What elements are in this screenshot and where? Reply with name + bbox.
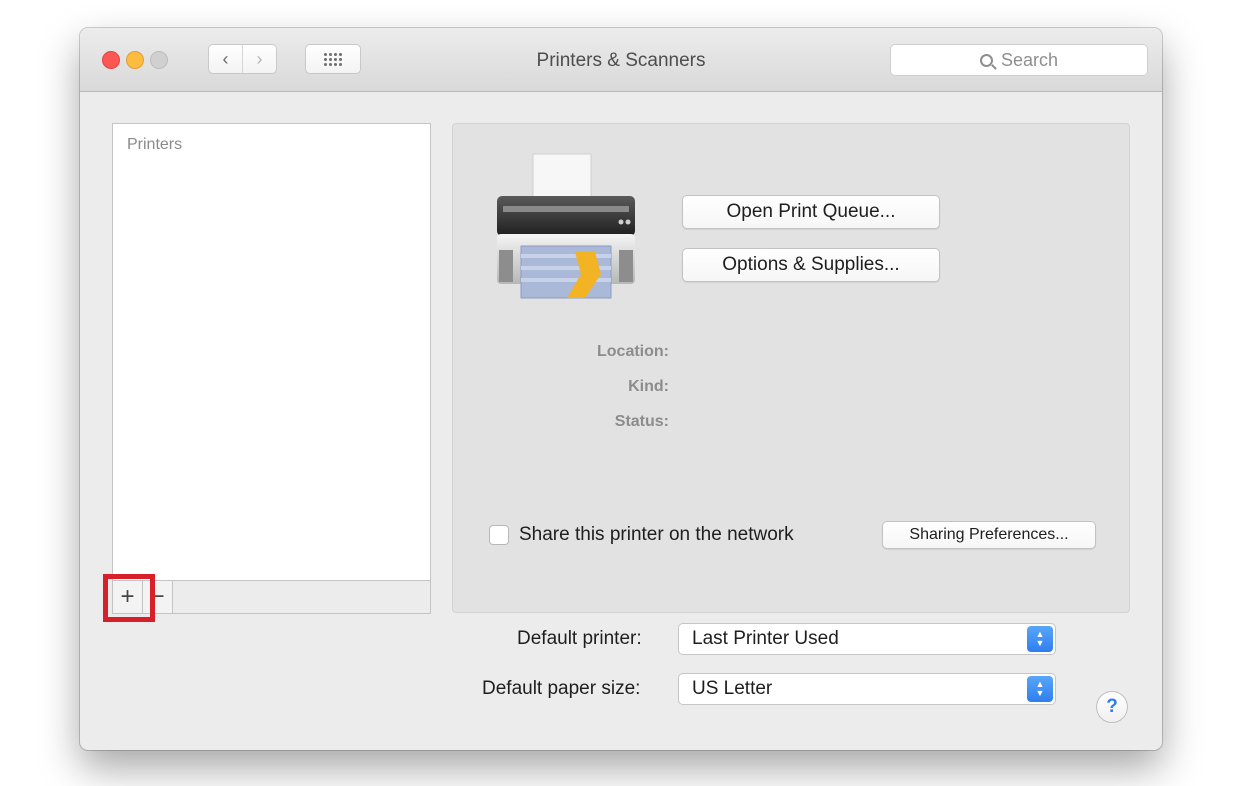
printers-scanners-window: ‹ › Printers & Scanners Search Printers … [80,28,1162,750]
status-label: Status: [614,413,669,430]
default-printer-label: Default printer: [517,628,642,649]
add-printer-button[interactable]: + [113,581,143,613]
default-printer-value: Last Printer Used [692,628,839,649]
printer-list[interactable]: Printers [112,123,431,581]
options-supplies-button[interactable]: Options & Supplies... [682,248,940,282]
printer-detail-panel: Open Print Queue... Options & Supplies..… [452,123,1130,613]
printer-list-toolbar: + − [112,580,431,614]
share-printer-checkbox[interactable] [489,525,509,545]
select-arrows-icon: ▲ ▼ [1027,626,1053,652]
location-label: Location: [597,343,669,360]
printer-icon [497,153,635,299]
share-printer-label[interactable]: Share this printer on the network [519,524,794,546]
printer-list-heading: Printers [127,136,183,153]
default-paper-select[interactable]: US Letter ▲ ▼ [678,673,1056,705]
default-paper-value: US Letter [692,678,773,699]
kind-label: Kind: [628,378,669,395]
remove-printer-button[interactable]: − [143,581,173,613]
help-button[interactable]: ? [1096,691,1128,723]
search-icon [979,53,993,67]
open-print-queue-button[interactable]: Open Print Queue... [682,195,940,229]
default-paper-label: Default paper size: [482,678,641,699]
share-printer-row: Share this printer on the network [489,524,794,546]
title-bar: ‹ › Printers & Scanners Search [80,28,1162,92]
search-placeholder: Search [1000,49,1059,70]
search-input[interactable]: Search [890,44,1148,76]
default-printer-select[interactable]: Last Printer Used ▲ ▼ [678,623,1056,655]
select-arrows-icon: ▲ ▼ [1027,676,1053,702]
sharing-preferences-button[interactable]: Sharing Preferences... [882,521,1096,549]
